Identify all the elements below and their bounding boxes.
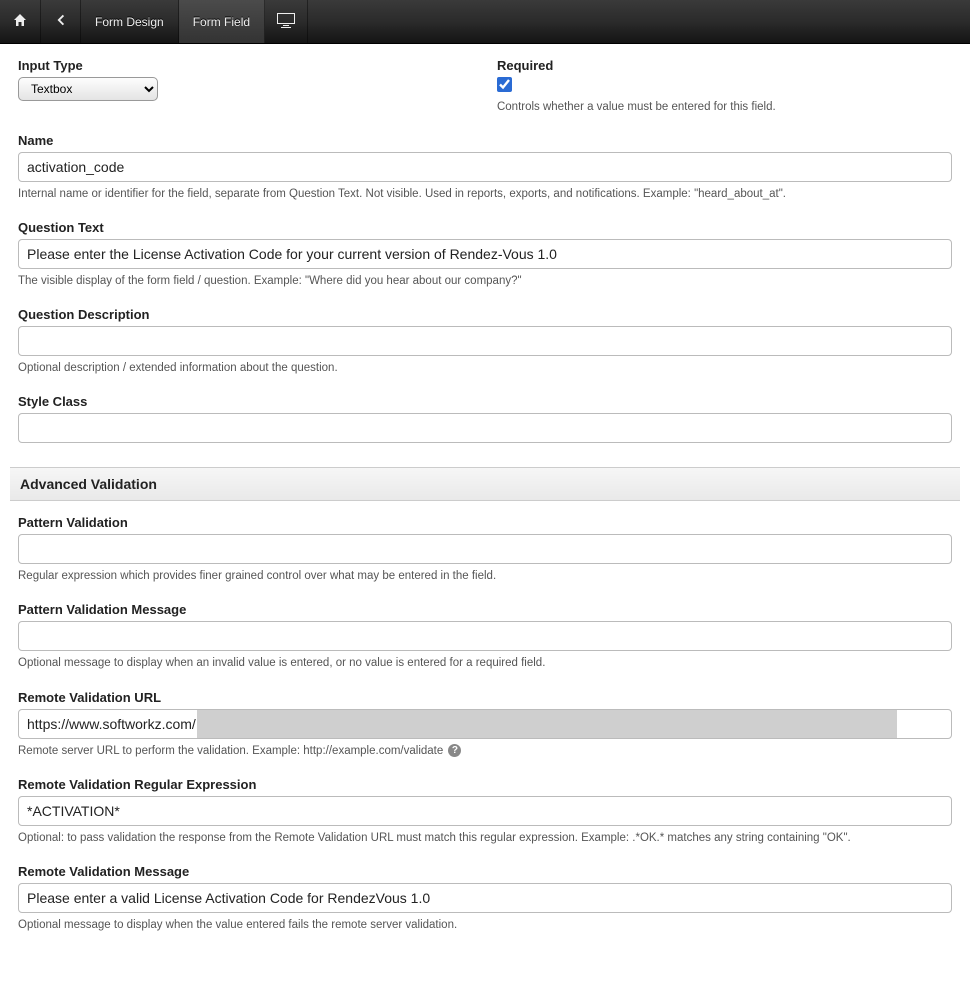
preview-button[interactable]: [265, 0, 308, 43]
chevron-left-icon: [54, 13, 68, 30]
tab-label: Form Design: [95, 15, 164, 29]
remote-regex-help: Optional: to pass validation the respons…: [18, 830, 952, 846]
back-button[interactable]: [41, 0, 81, 43]
remote-regex-input[interactable]: [18, 796, 952, 826]
question-desc-help: Optional description / extended informat…: [18, 360, 952, 376]
question-desc-label: Question Description: [18, 307, 952, 322]
tab-form-design[interactable]: Form Design: [81, 0, 179, 43]
question-text-help: The visible display of the form field / …: [18, 273, 952, 289]
topbar: Form Design Form Field: [0, 0, 970, 44]
pattern-input[interactable]: [18, 534, 952, 564]
help-icon[interactable]: ?: [448, 744, 461, 757]
form-field-editor: Input Type Textbox Required Controls whe…: [0, 44, 970, 991]
pattern-help: Regular expression which provides finer …: [18, 568, 952, 584]
pattern-msg-label: Pattern Validation Message: [18, 602, 952, 617]
remote-msg-input[interactable]: [18, 883, 952, 913]
home-button[interactable]: [0, 0, 41, 43]
remote-url-input[interactable]: [18, 709, 952, 739]
question-text-input[interactable]: [18, 239, 952, 269]
name-label: Name: [18, 133, 952, 148]
input-type-select[interactable]: Textbox: [18, 77, 158, 101]
style-class-label: Style Class: [18, 394, 952, 409]
name-help: Internal name or identifier for the fiel…: [18, 186, 952, 202]
style-class-input[interactable]: [18, 413, 952, 443]
question-text-label: Question Text: [18, 220, 952, 235]
question-desc-input[interactable]: [18, 326, 952, 356]
remote-msg-help: Optional message to display when the val…: [18, 917, 952, 933]
tab-form-field[interactable]: Form Field: [179, 0, 265, 43]
monitor-icon: [277, 12, 295, 31]
pattern-msg-input[interactable]: [18, 621, 952, 651]
input-type-label: Input Type: [18, 58, 457, 73]
name-input[interactable]: [18, 152, 952, 182]
home-icon: [12, 12, 28, 31]
pattern-label: Pattern Validation: [18, 515, 952, 530]
remote-msg-label: Remote Validation Message: [18, 864, 952, 879]
pattern-msg-help: Optional message to display when an inva…: [18, 655, 952, 671]
remote-url-label: Remote Validation URL: [18, 690, 952, 705]
required-help: Controls whether a value must be entered…: [497, 99, 952, 115]
tab-label: Form Field: [193, 15, 250, 29]
required-checkbox[interactable]: [497, 77, 512, 92]
remote-url-help: Remote server URL to perform the validat…: [18, 743, 952, 759]
advanced-validation-header: Advanced Validation: [10, 467, 960, 501]
remote-regex-label: Remote Validation Regular Expression: [18, 777, 952, 792]
required-label: Required: [497, 58, 952, 73]
